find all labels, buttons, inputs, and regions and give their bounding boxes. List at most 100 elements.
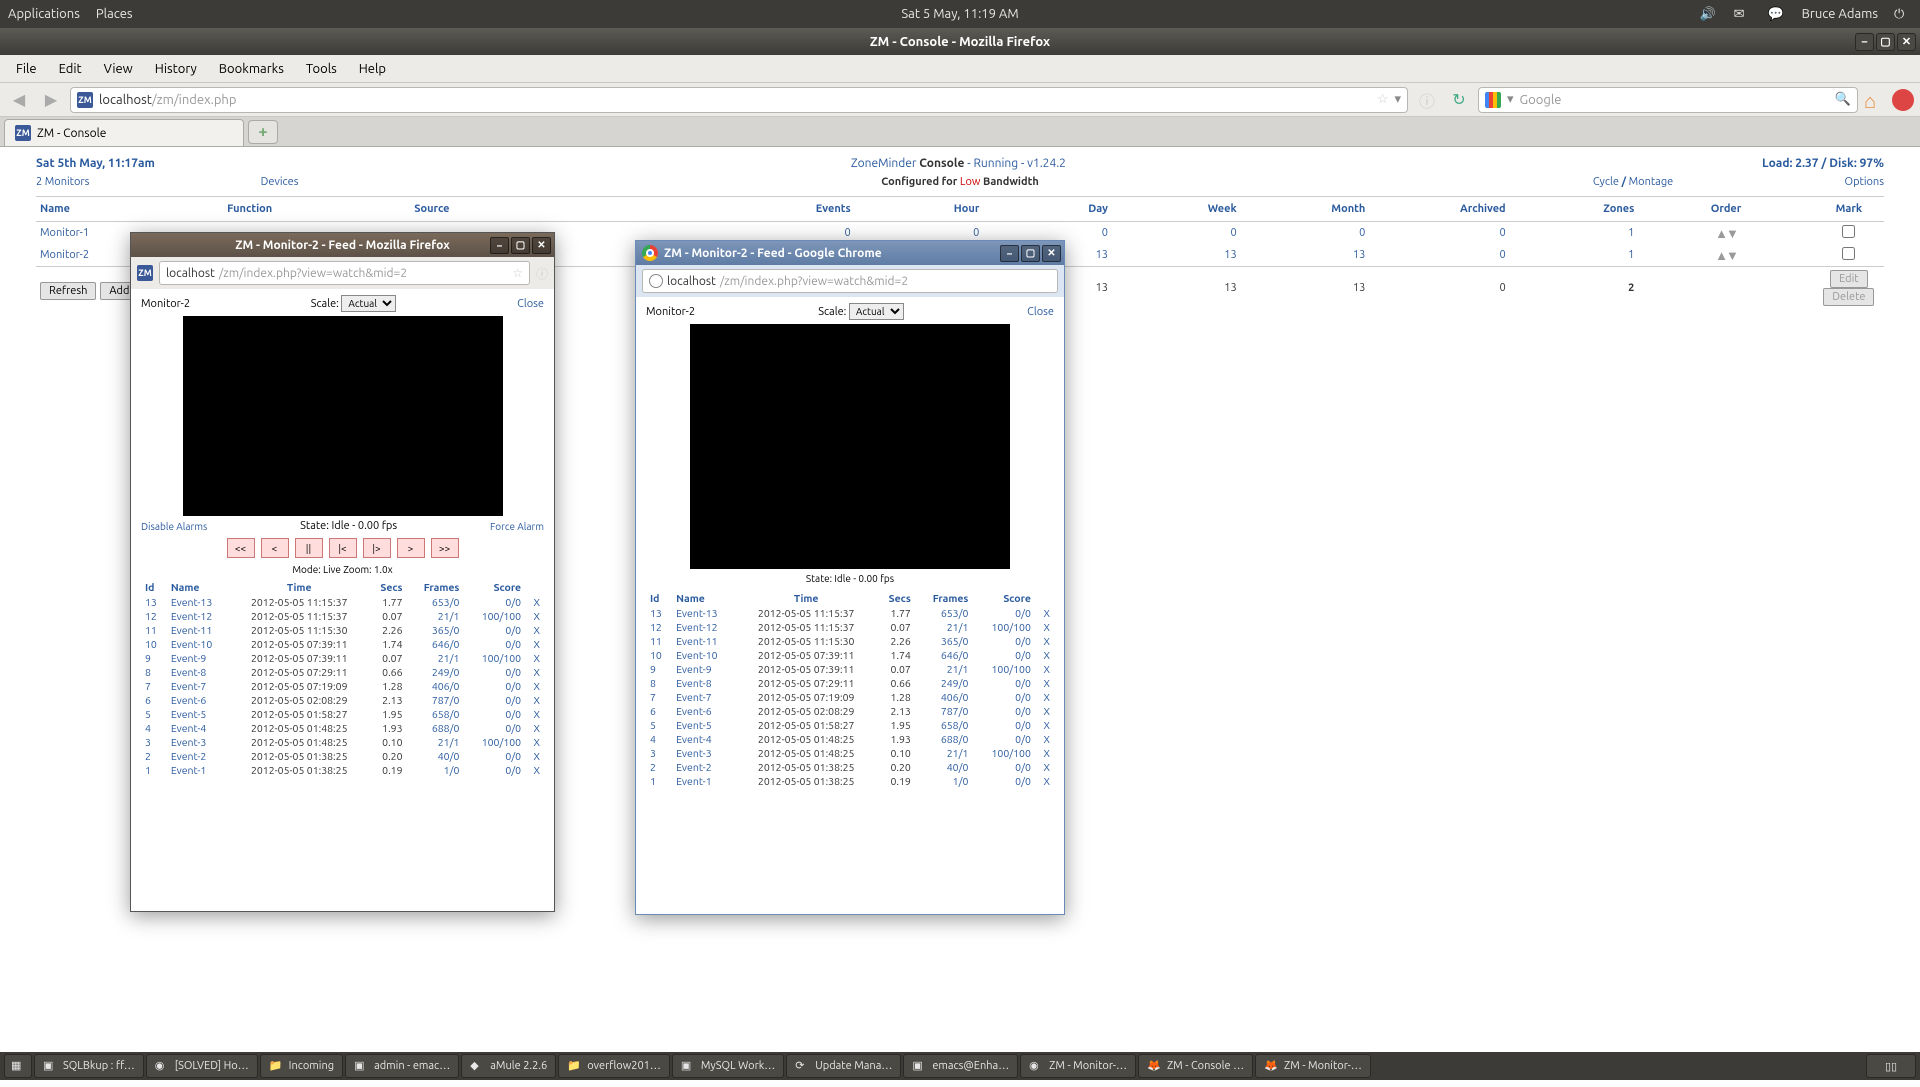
montage-link[interactable]: Montage	[1629, 176, 1674, 188]
event-name[interactable]: Event-12	[672, 620, 737, 634]
event-id[interactable]: 8	[141, 665, 167, 679]
event-name[interactable]: Event-13	[167, 595, 231, 609]
task-item[interactable]: ▣SQLBkup : ff…	[34, 1054, 144, 1078]
task-item[interactable]: 📁overflow201…	[558, 1054, 670, 1078]
event-name[interactable]: Event-6	[167, 693, 231, 707]
event-delete[interactable]: X	[525, 595, 544, 609]
event-id[interactable]: 3	[646, 746, 672, 760]
event-name[interactable]: Event-12	[167, 609, 231, 623]
event-delete[interactable]: X	[1035, 760, 1054, 774]
monitors-link[interactable]: 2 Monitors	[36, 176, 89, 188]
event-delete[interactable]: X	[525, 679, 544, 693]
event-id[interactable]: 4	[141, 721, 167, 735]
event-delete[interactable]: X	[525, 763, 544, 777]
event-frames[interactable]: 406/0	[915, 690, 973, 704]
event-name[interactable]: Event-3	[672, 746, 737, 760]
event-name[interactable]: Event-4	[672, 732, 737, 746]
event-score[interactable]: 0/0	[972, 690, 1034, 704]
event-name[interactable]: Event-7	[167, 679, 231, 693]
mark-checkbox[interactable]	[1842, 225, 1855, 238]
event-frames[interactable]: 787/0	[407, 693, 464, 707]
popup-titlebar[interactable]: ZM - Monitor-2 - Feed - Mozilla Firefox …	[131, 233, 554, 257]
event-delete[interactable]: X	[1035, 774, 1054, 788]
rewind-button[interactable]: <	[261, 538, 289, 558]
event-frames[interactable]: 249/0	[915, 676, 973, 690]
event-score[interactable]: 0/0	[463, 665, 525, 679]
col-hour[interactable]: Hour	[855, 197, 984, 222]
task-item[interactable]: 📁Incoming	[260, 1054, 343, 1078]
bookmark-star-icon[interactable]: ☆	[1377, 92, 1389, 107]
search-bar[interactable]: ▾ Google 🔍	[1478, 87, 1858, 113]
event-id[interactable]: 12	[141, 609, 167, 623]
event-frames[interactable]: 249/0	[407, 665, 464, 679]
step-back-button[interactable]: |<	[329, 538, 357, 558]
event-score[interactable]: 100/100	[463, 609, 525, 623]
task-item[interactable]: ◉ZM - Monitor-…	[1020, 1054, 1136, 1078]
devices-link[interactable]: Devices	[261, 176, 299, 188]
forward-button[interactable]: ▶	[38, 87, 64, 113]
event-id[interactable]: 10	[141, 637, 167, 651]
event-delete[interactable]: X	[525, 735, 544, 749]
col-function[interactable]: Function	[223, 197, 410, 222]
event-score[interactable]: 0/0	[972, 732, 1034, 746]
event-id[interactable]: 11	[646, 634, 672, 648]
task-item[interactable]: ◉[SOLVED] Ho…	[146, 1054, 258, 1078]
event-delete[interactable]: X	[525, 609, 544, 623]
event-name[interactable]: Event-10	[672, 648, 737, 662]
dropdown-icon[interactable]: ▾	[1394, 92, 1401, 107]
close-link[interactable]: Close	[1027, 306, 1054, 318]
step-fwd-button[interactable]: |>	[363, 538, 391, 558]
event-delete[interactable]: X	[1035, 746, 1054, 760]
event-delete[interactable]: X	[1035, 718, 1054, 732]
menu-edit[interactable]: Edit	[49, 58, 92, 80]
task-item[interactable]: 🦊ZM - Monitor-…	[1255, 1054, 1371, 1078]
mark-checkbox[interactable]	[1842, 247, 1855, 260]
force-alarm-link[interactable]: Force Alarm	[490, 521, 544, 532]
popup-titlebar[interactable]: ZM - Monitor-2 - Feed - Google Chrome – …	[636, 241, 1064, 265]
running-link[interactable]: Running	[973, 157, 1018, 170]
event-id[interactable]: 8	[646, 676, 672, 690]
user-menu[interactable]: Bruce Adams	[1802, 7, 1878, 21]
event-delete[interactable]: X	[525, 637, 544, 651]
event-score[interactable]: 0/0	[972, 606, 1034, 620]
url-bar[interactable]: ZM localhost/zm/index.php ☆ ▾	[70, 87, 1408, 113]
event-name[interactable]: Event-7	[672, 690, 737, 704]
places-menu[interactable]: Places	[96, 7, 133, 21]
event-delete[interactable]: X	[1035, 620, 1054, 634]
col-source[interactable]: Source	[410, 197, 714, 222]
clock[interactable]: Sat 5 May, 11:19 AM	[901, 7, 1018, 21]
disable-alarms-link[interactable]: Disable Alarms	[141, 521, 207, 532]
event-frames[interactable]: 365/0	[915, 634, 973, 648]
minimize-button[interactable]: –	[490, 237, 509, 254]
event-frames[interactable]: 406/0	[407, 679, 464, 693]
applications-menu[interactable]: Applications	[8, 7, 80, 21]
bookmark-star-icon[interactable]: ☆	[512, 266, 523, 280]
scale-select[interactable]: Actual	[341, 295, 396, 312]
event-name[interactable]: Event-11	[167, 623, 231, 637]
delete-button[interactable]: Delete	[1823, 288, 1874, 306]
event-frames[interactable]: 787/0	[915, 704, 973, 718]
event-name[interactable]: Event-1	[167, 763, 231, 777]
home-button[interactable]: ⌂	[1864, 89, 1886, 111]
col-events[interactable]: Events	[714, 197, 854, 222]
event-frames[interactable]: 653/0	[407, 595, 464, 609]
feed-icon[interactable]: ⓘ	[1414, 87, 1440, 113]
event-name[interactable]: Event-4	[167, 721, 231, 735]
event-id[interactable]: 4	[646, 732, 672, 746]
event-frames[interactable]: 658/0	[407, 707, 464, 721]
event-name[interactable]: Event-9	[167, 651, 231, 665]
event-score[interactable]: 100/100	[972, 746, 1034, 760]
event-score[interactable]: 0/0	[463, 749, 525, 763]
search-go-icon[interactable]: 🔍	[1835, 92, 1851, 107]
col-week[interactable]: Week	[1112, 197, 1241, 222]
event-name[interactable]: Event-10	[167, 637, 231, 651]
event-id[interactable]: 6	[646, 704, 672, 718]
task-item[interactable]: ◆aMule 2.2.6	[461, 1054, 556, 1078]
event-score[interactable]: 0/0	[463, 637, 525, 651]
menu-history[interactable]: History	[145, 58, 207, 80]
menu-tools[interactable]: Tools	[296, 58, 347, 80]
col-zones[interactable]: Zones	[1510, 197, 1639, 222]
event-name[interactable]: Event-2	[167, 749, 231, 763]
menu-file[interactable]: File	[6, 58, 47, 80]
task-item[interactable]: ⟳Update Mana…	[786, 1054, 901, 1078]
